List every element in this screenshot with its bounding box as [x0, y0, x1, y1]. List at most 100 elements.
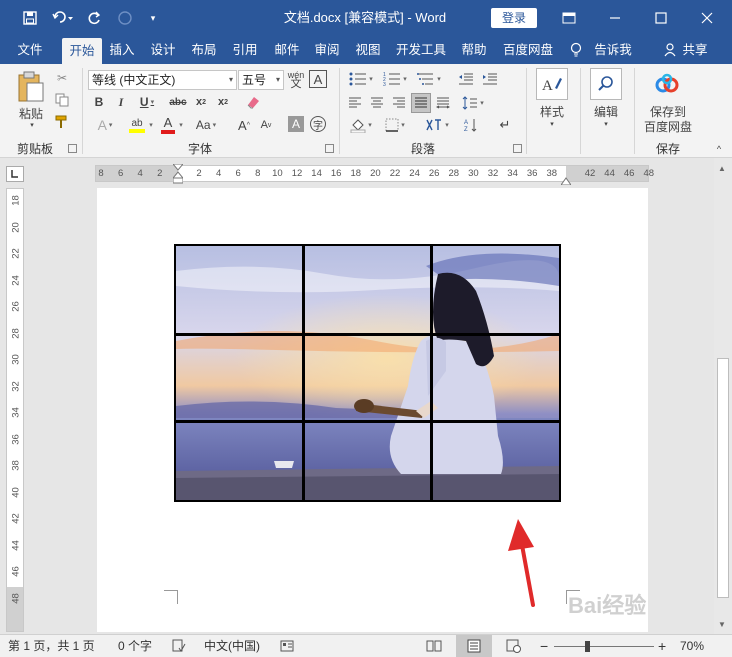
grow-font-icon[interactable]: A ^: [236, 116, 252, 134]
language-indicator[interactable]: 中文(中国): [204, 635, 260, 657]
chinese-layout-icon[interactable]: ▾: [422, 116, 452, 134]
justify-icon[interactable]: [411, 93, 431, 113]
format-painter-icon[interactable]: [54, 114, 70, 130]
tab-baidu-netdisk[interactable]: 百度网盘: [496, 36, 560, 64]
bullets-icon[interactable]: ▾: [346, 70, 376, 88]
customize-toolbar-icon[interactable]: ▾: [144, 0, 162, 36]
clipboard-launcher-icon[interactable]: [68, 144, 77, 153]
align-left-icon[interactable]: [346, 94, 364, 112]
decrease-indent-icon[interactable]: [456, 70, 476, 88]
vertical-ruler[interactable]: 18 20 22 24 26 28 30 32 34 36 38 40 42 44 46 48: [6, 188, 24, 632]
baidu-netdisk-icon[interactable]: [652, 70, 682, 100]
person-icon[interactable]: [662, 36, 678, 64]
find-magnifier-icon[interactable]: [590, 68, 622, 100]
save-icon[interactable]: [18, 0, 42, 36]
zoom-in-icon[interactable]: +: [658, 635, 666, 657]
italic-icon[interactable]: I: [114, 94, 128, 110]
lightbulb-icon[interactable]: [566, 36, 586, 64]
save-to-baidu-line1[interactable]: 保存到: [640, 104, 696, 119]
character-border-icon[interactable]: A: [309, 70, 327, 88]
distributed-align-icon[interactable]: [434, 94, 452, 112]
login-button[interactable]: 登录: [491, 8, 537, 28]
save-to-baidu-line2[interactable]: 百度网盘: [640, 119, 696, 134]
tell-me-search[interactable]: 告诉我: [590, 36, 636, 64]
tab-home[interactable]: 开始: [62, 38, 102, 64]
copy-icon[interactable]: [54, 92, 70, 108]
scroll-up-icon[interactable]: ▲: [718, 164, 726, 173]
tab-design[interactable]: 设计: [144, 36, 182, 64]
horizontal-ruler[interactable]: 8 6 4 2 2 4 6 8 10 12 14 16 18 20 22 24 26 28 30 32 34 36 38 42…: [95, 163, 654, 186]
zoom-out-icon[interactable]: −: [540, 635, 548, 657]
cut-icon[interactable]: ✂: [54, 70, 70, 86]
paste-icon[interactable]: [14, 70, 48, 104]
superscript-icon[interactable]: x2: [214, 94, 232, 110]
sort-icon[interactable]: AZ: [462, 116, 480, 134]
align-center-icon[interactable]: [368, 94, 386, 112]
font-size-combo[interactable]: 五号 ▾: [238, 70, 284, 90]
phonetic-guide-icon[interactable]: wén 文: [286, 69, 306, 91]
zoom-slider[interactable]: [554, 635, 654, 657]
bold-icon[interactable]: B: [92, 94, 106, 110]
paragraph-launcher-icon[interactable]: [513, 144, 522, 153]
scroll-down-icon[interactable]: ▼: [718, 620, 726, 629]
collapse-ribbon-icon[interactable]: ^: [712, 144, 726, 154]
align-right-icon[interactable]: [390, 94, 408, 112]
underline-icon[interactable]: U ▾: [136, 94, 158, 110]
share-button[interactable]: 共享: [680, 36, 710, 64]
editing-dropdown-icon[interactable]: ▾: [600, 119, 612, 129]
web-layout-icon[interactable]: [506, 635, 522, 657]
styles-gallery-icon[interactable]: A: [536, 68, 568, 100]
text-effects-icon[interactable]: A ▾: [92, 116, 118, 134]
change-case-icon[interactable]: Aa ▾: [190, 116, 222, 134]
word-count[interactable]: 0 个字: [118, 635, 152, 657]
character-shading-icon[interactable]: A: [288, 116, 304, 132]
shrink-font-icon[interactable]: Av: [258, 116, 274, 134]
shading-icon[interactable]: ▾: [346, 116, 376, 134]
tab-layout[interactable]: 布局: [186, 36, 222, 64]
macro-record-icon[interactable]: [280, 635, 296, 657]
styles-button[interactable]: 样式: [532, 103, 572, 119]
ribbon-display-options-icon[interactable]: [546, 0, 592, 36]
autosave-circle-icon[interactable]: [114, 0, 136, 36]
page-count[interactable]: 第 1 页，共 1 页: [8, 635, 95, 657]
multilevel-list-icon[interactable]: ▾: [414, 70, 444, 88]
print-layout-icon[interactable]: [456, 635, 492, 657]
highlight-dropdown-icon[interactable]: ▾: [146, 118, 154, 132]
line-spacing-icon[interactable]: ▾: [458, 94, 488, 112]
proofing-icon[interactable]: [172, 635, 188, 657]
tab-help[interactable]: 帮助: [456, 36, 492, 64]
show-marks-icon[interactable]: ↵: [496, 116, 514, 134]
tab-developer[interactable]: 开发工具: [390, 36, 452, 64]
maximize-icon[interactable]: [638, 0, 684, 36]
tab-mailings[interactable]: 邮件: [268, 36, 306, 64]
zoom-slider-thumb[interactable]: [584, 641, 590, 652]
font-color-dropdown-icon[interactable]: ▾: [176, 118, 184, 132]
increase-indent-icon[interactable]: [480, 70, 500, 88]
tab-view[interactable]: 视图: [350, 36, 386, 64]
tab-selector[interactable]: [6, 166, 24, 182]
tab-references[interactable]: 引用: [226, 36, 264, 64]
clear-formatting-icon[interactable]: [244, 94, 262, 110]
tab-insert[interactable]: 插入: [104, 36, 140, 64]
right-indent-marker-icon[interactable]: [560, 174, 572, 186]
numbering-icon[interactable]: 1 2 3 ▾: [380, 70, 410, 88]
borders-icon[interactable]: ▾: [380, 116, 410, 134]
minimize-icon[interactable]: [592, 0, 638, 36]
undo-icon[interactable]: [48, 0, 78, 36]
strikethrough-icon[interactable]: abc: [166, 94, 190, 110]
zoom-level[interactable]: 70%: [680, 635, 704, 657]
scrollbar-thumb[interactable]: [717, 358, 729, 598]
indent-marker-icon[interactable]: [171, 163, 185, 184]
subscript-icon[interactable]: x2: [192, 94, 210, 110]
editing-button[interactable]: 编辑: [586, 103, 626, 119]
enclose-characters-icon[interactable]: 字: [310, 116, 326, 132]
font-name-combo[interactable]: 等线 (中文正文) ▾: [88, 70, 237, 90]
redo-icon[interactable]: [84, 0, 106, 36]
font-launcher-icon[interactable]: [325, 144, 334, 153]
close-icon[interactable]: [684, 0, 730, 36]
tab-file[interactable]: 文件: [8, 36, 52, 64]
read-mode-icon[interactable]: [426, 635, 442, 657]
inserted-picture[interactable]: [174, 244, 561, 502]
tab-review[interactable]: 审阅: [309, 36, 345, 64]
paste-dropdown-icon[interactable]: ▾: [26, 120, 38, 130]
